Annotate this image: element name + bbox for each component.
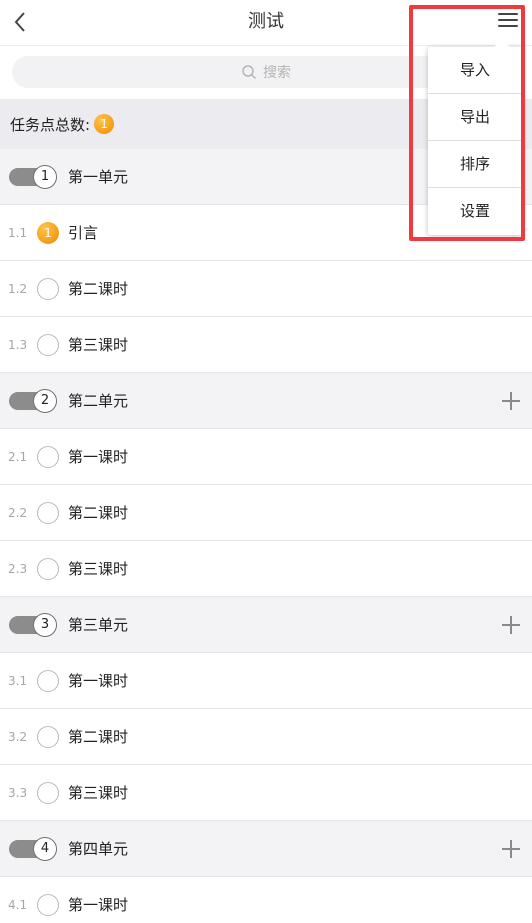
search-placeholder: 搜索 (263, 65, 291, 81)
menu-item-settings[interactable]: 设置 (428, 188, 522, 235)
lesson-title: 第二课时 (68, 280, 129, 298)
pending-status-icon (37, 781, 59, 804)
pending-status-icon (37, 557, 59, 580)
lesson-row[interactable]: 3.2 第二课时 (0, 709, 532, 765)
unit-title: 第四单元 (68, 840, 129, 858)
lesson-number: 4.1 (8, 897, 28, 912)
completed-status-icon: 1 (37, 221, 59, 244)
lesson-number: 3.2 (8, 729, 28, 744)
lesson-title: 第一课时 (68, 448, 129, 466)
lesson-row[interactable]: 2.3 第三课时 (0, 541, 532, 597)
add-icon[interactable] (502, 615, 520, 634)
unit-toggle[interactable]: 3 (9, 612, 57, 637)
unit-row[interactable]: 2 第二单元 (0, 373, 532, 429)
pending-status-icon (37, 669, 59, 692)
page-title: 测试 (248, 11, 284, 32)
lesson-number: 2.3 (8, 561, 28, 576)
unit-index-knob: 1 (33, 164, 57, 189)
lesson-row[interactable]: 3.1 第一课时 (0, 653, 532, 709)
lesson-number: 1.1 (8, 225, 28, 240)
menu-item-export[interactable]: 导出 (428, 94, 522, 141)
chapter-list: 1 第一单元 1.1 1 引言 1.2 第二课时 1.3 第三课时 2 第二单元 2.1 第一课时 2.2… (0, 149, 532, 923)
search-icon (242, 65, 257, 80)
dropdown-menu: 导入 导出 排序 设置 (428, 39, 522, 235)
pending-status-icon (37, 445, 59, 468)
lesson-title: 引言 (68, 224, 99, 242)
lesson-number: 3.3 (8, 785, 28, 800)
add-icon[interactable] (502, 839, 520, 858)
pending-status-icon (37, 893, 59, 916)
lesson-number: 1.3 (8, 337, 28, 352)
unit-toggle[interactable]: 1 (9, 164, 57, 189)
pending-status-icon (37, 501, 59, 524)
unit-row[interactable]: 3 第三单元 (0, 597, 532, 653)
lesson-title: 第一课时 (68, 672, 129, 690)
unit-toggle[interactable]: 2 (9, 388, 57, 413)
add-icon[interactable] (502, 391, 520, 410)
lesson-title: 第三课时 (68, 560, 129, 578)
menu-item-sort[interactable]: 排序 (428, 141, 522, 188)
pending-status-icon (37, 333, 59, 356)
pending-status-icon (37, 725, 59, 748)
lesson-number: 1.2 (8, 281, 28, 296)
unit-title: 第一单元 (68, 168, 129, 186)
pending-status-icon (37, 277, 59, 300)
lesson-row[interactable]: 1.3 第三课时 (0, 317, 532, 373)
lesson-row[interactable]: 2.1 第一课时 (0, 429, 532, 485)
menu-item-import[interactable]: 导入 (428, 47, 522, 94)
lesson-row[interactable]: 4.1 第一课时 (0, 877, 532, 923)
lesson-number: 3.1 (8, 673, 28, 688)
task-count-badge: 1 (94, 114, 115, 134)
lesson-title: 第三课时 (68, 784, 129, 802)
hamburger-menu-icon[interactable] (498, 13, 518, 31)
lesson-number: 2.1 (8, 449, 28, 464)
lesson-row[interactable]: 1.2 第二课时 (0, 261, 532, 317)
lesson-title: 第二课时 (68, 728, 129, 746)
unit-index-knob: 3 (33, 612, 57, 637)
summary-label: 任务点总数: (10, 115, 91, 134)
lesson-title: 第三课时 (68, 336, 129, 354)
lesson-title: 第一课时 (68, 896, 129, 914)
unit-row[interactable]: 4 第四单元 (0, 821, 532, 877)
unit-toggle[interactable]: 4 (9, 836, 57, 861)
app-header: 测试 (0, 0, 532, 46)
unit-index-knob: 2 (33, 388, 57, 413)
lesson-row[interactable]: 3.3 第三课时 (0, 765, 532, 821)
lesson-title: 第二课时 (68, 504, 129, 522)
lesson-row[interactable]: 2.2 第二课时 (0, 485, 532, 541)
unit-title: 第三单元 (68, 616, 129, 634)
unit-index-knob: 4 (33, 836, 57, 861)
unit-title: 第二单元 (68, 392, 129, 410)
lesson-number: 2.2 (8, 505, 28, 520)
